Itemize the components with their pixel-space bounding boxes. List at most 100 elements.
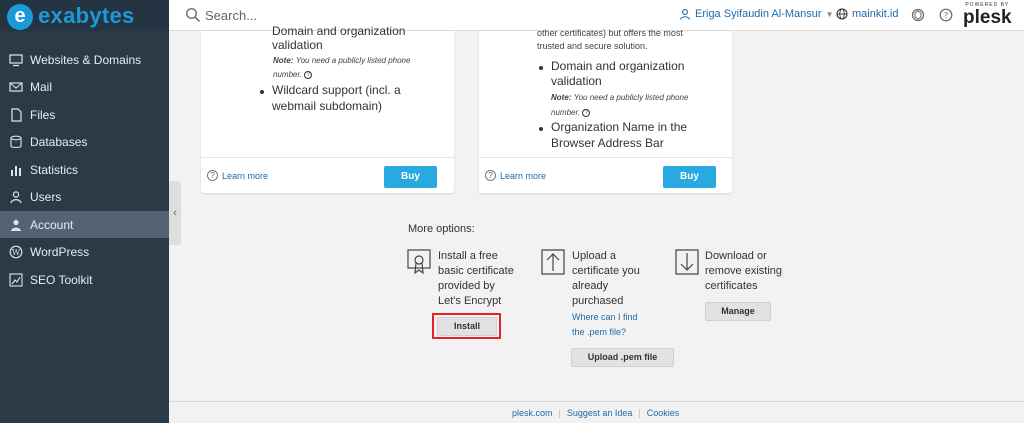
sidebar-item-seo-toolkit[interactable]: SEO Toolkit bbox=[0, 266, 169, 293]
note-text: Note: You need a publicly listed phone bbox=[273, 54, 410, 68]
feature-text: validation bbox=[551, 74, 602, 88]
feature-text: Domain and organization bbox=[551, 59, 685, 73]
option-line: certificate you bbox=[572, 265, 640, 277]
sidebar-item-label: Users bbox=[30, 189, 62, 204]
highlight-box bbox=[432, 313, 501, 339]
option-line: Upload a bbox=[572, 250, 617, 262]
option-line: purchased bbox=[572, 295, 624, 307]
user-icon bbox=[10, 190, 22, 203]
option-line: basic certificate bbox=[438, 265, 514, 277]
database-icon bbox=[10, 135, 22, 148]
feature-text: Organization Name in the bbox=[551, 120, 688, 134]
brand-area[interactable]: e exabytes bbox=[0, 0, 169, 31]
note-label: Note: bbox=[273, 56, 294, 65]
buy-button[interactable]: Buy bbox=[384, 166, 437, 188]
sidebar-item-mail[interactable]: Mail bbox=[0, 73, 169, 100]
bullet-icon bbox=[260, 90, 264, 94]
help-icon[interactable]: ? bbox=[582, 108, 591, 117]
sidebar-item-statistics[interactable]: Statistics bbox=[0, 156, 169, 183]
plesk-wordmark: plesk bbox=[963, 7, 1012, 28]
sidebar: Websites & Domains Mail Files Databases … bbox=[0, 31, 169, 423]
sidebar-item-label: Mail bbox=[30, 79, 53, 94]
sidebar-item-databases[interactable]: Databases bbox=[0, 128, 169, 155]
footer-separator: | bbox=[638, 408, 641, 418]
download-icon bbox=[675, 249, 699, 275]
brand-logo-icon: e bbox=[7, 4, 33, 30]
pem-help-link[interactable]: Where can I find the .pem file? bbox=[572, 310, 638, 340]
sidebar-item-websites-domains[interactable]: Websites & Domains bbox=[0, 46, 169, 73]
manage-button[interactable]: Manage bbox=[705, 302, 771, 321]
sidebar-item-wordpress[interactable]: W WordPress bbox=[0, 238, 169, 265]
note-body: number. bbox=[273, 70, 303, 79]
feature-text: webmail subdomain) bbox=[272, 99, 383, 113]
option-line: Download or bbox=[705, 250, 767, 262]
plesk-logo: POWERED BY plesk bbox=[963, 2, 1012, 28]
extensions-icon[interactable] bbox=[911, 8, 925, 22]
feature-text: validation bbox=[272, 38, 323, 52]
install-option-text: Install a free basic certificate provide… bbox=[438, 249, 514, 309]
note-text: number. ? bbox=[551, 106, 591, 120]
footer-link-plesk[interactable]: plesk.com bbox=[512, 408, 553, 418]
sidebar-item-label: WordPress bbox=[30, 244, 90, 259]
bullet-icon bbox=[539, 66, 543, 70]
mail-icon bbox=[9, 81, 23, 92]
card-divider bbox=[201, 157, 454, 158]
note-label: Note: bbox=[551, 93, 572, 102]
intro-text: trusted and secure solution. bbox=[537, 41, 648, 51]
certificate-icon bbox=[407, 249, 431, 275]
option-line: Install a free bbox=[438, 250, 498, 262]
card-divider bbox=[479, 157, 732, 158]
footer-link-suggest[interactable]: Suggest an Idea bbox=[567, 408, 633, 418]
help-icon[interactable]: ? bbox=[939, 8, 953, 22]
option-line: already bbox=[572, 280, 609, 292]
certificate-card-left: Domain and organization validation Note:… bbox=[201, 24, 454, 193]
feature-text: Domain and organization bbox=[272, 24, 406, 38]
brand-name: exabytes bbox=[38, 3, 135, 28]
seo-icon bbox=[9, 272, 23, 287]
account-icon bbox=[11, 219, 21, 231]
learn-more-label: Learn more bbox=[222, 170, 269, 181]
file-icon bbox=[11, 107, 22, 122]
svg-text:?: ? bbox=[944, 11, 948, 20]
monitor-icon bbox=[9, 53, 23, 66]
intro-text: other certificates) but offers the most bbox=[537, 28, 683, 38]
sidebar-item-label: Account bbox=[30, 217, 74, 232]
more-options-title: More options: bbox=[408, 223, 475, 235]
feature-text: Browser Address Bar bbox=[551, 136, 664, 150]
sidebar-item-users[interactable]: Users bbox=[0, 183, 169, 210]
option-line: remove existing bbox=[705, 265, 783, 277]
upload-option-text: Upload a certificate you already purchas… bbox=[572, 249, 640, 309]
question-icon: ? bbox=[207, 170, 218, 181]
upload-icon bbox=[541, 249, 565, 275]
user-icon bbox=[679, 9, 691, 20]
search-icon bbox=[185, 7, 201, 23]
user-menu[interactable]: Eriga Syifaudin Al-Mansur ▼ bbox=[679, 8, 833, 20]
sidebar-item-label: SEO Toolkit bbox=[30, 272, 93, 287]
footer-links: plesk.com | Suggest an Idea | Cookies bbox=[512, 408, 679, 418]
top-header: e exabytes Eriga Syifaudin Al-Mansur ▼ m… bbox=[0, 0, 1024, 31]
sidebar-item-label: Statistics bbox=[30, 162, 79, 177]
bullet-icon bbox=[539, 127, 543, 131]
note-body: You need a publicly listed phone bbox=[573, 93, 689, 102]
upload-pem-button[interactable]: Upload .pem file bbox=[571, 348, 674, 367]
option-line: provided by bbox=[438, 280, 495, 292]
sidebar-item-label: Databases bbox=[30, 134, 88, 149]
download-option-text: Download or remove existing certificates bbox=[705, 249, 782, 294]
sidebar-collapse-button[interactable]: ‹ bbox=[169, 181, 181, 245]
user-name: Eriga Syifaudin Al-Mansur bbox=[695, 8, 822, 20]
footer-link-cookies[interactable]: Cookies bbox=[647, 408, 680, 418]
sidebar-item-account[interactable]: Account bbox=[0, 211, 169, 238]
option-line: Let's Encrypt bbox=[438, 295, 502, 307]
option-line: certificates bbox=[705, 280, 758, 292]
svg-text:W: W bbox=[12, 248, 21, 257]
domain-menu[interactable]: mainkit.id bbox=[836, 8, 898, 20]
help-icon[interactable]: ? bbox=[304, 70, 313, 79]
buy-button[interactable]: Buy bbox=[663, 166, 716, 188]
search-input[interactable] bbox=[205, 6, 505, 24]
feature-text: Wildcard support (incl. a bbox=[272, 83, 401, 97]
learn-more-link[interactable]: ? Learn more bbox=[207, 170, 268, 181]
footer-separator: | bbox=[558, 408, 561, 418]
note-body: You need a publicly listed phone bbox=[295, 56, 411, 65]
learn-more-link[interactable]: ? Learn more bbox=[485, 170, 546, 181]
sidebar-item-files[interactable]: Files bbox=[0, 101, 169, 128]
